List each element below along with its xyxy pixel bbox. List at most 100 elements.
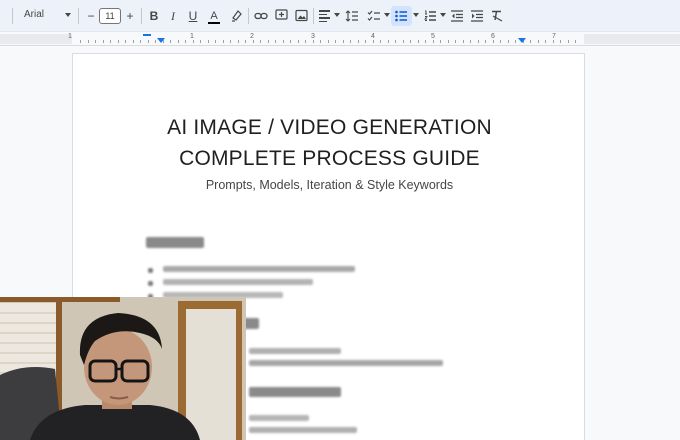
ruler-tick (102, 40, 104, 43)
ruler-tick (357, 40, 359, 43)
chevron-down-icon[interactable] (440, 13, 446, 17)
decrease-font-size-button[interactable]: − (85, 7, 97, 25)
ruler-number: 1 (190, 33, 194, 40)
ruler-tick (275, 40, 276, 43)
formatting-toolbar: Arial − 11 + B I U A (0, 0, 680, 32)
ruler-tick (432, 40, 434, 43)
redacted-text-line (249, 360, 443, 366)
ruler-tick (312, 40, 314, 43)
toolbar-divider (12, 8, 13, 24)
redacted-text-line (249, 427, 357, 433)
ruler-tick (222, 40, 224, 43)
ruler-tick (350, 40, 351, 43)
increase-font-size-button[interactable]: + (124, 7, 136, 25)
ruler-tick (117, 40, 119, 43)
ruler-tick (230, 40, 231, 43)
text-color-button[interactable]: A (206, 6, 222, 26)
italic-button[interactable]: I (166, 7, 180, 25)
decrease-indent-icon[interactable] (451, 10, 463, 22)
ruler-tick (500, 40, 501, 43)
toolbar-divider (78, 8, 79, 24)
chevron-down-icon[interactable] (384, 13, 390, 17)
ruler-tick (485, 40, 486, 43)
ruler-tick (140, 40, 141, 43)
ruler-tick (425, 40, 426, 43)
first-line-indent-marker[interactable] (143, 34, 151, 36)
ruler-tick (132, 40, 134, 43)
ruler-number: 4 (371, 33, 375, 40)
ruler-left-margin (0, 34, 72, 44)
ruler-tick (87, 40, 89, 43)
ruler-tick (470, 40, 471, 43)
document-subtitle: Prompts, Models, Iteration & Style Keywo… (205, 178, 454, 192)
ruler-tick (170, 40, 171, 43)
toolbar-divider (248, 8, 249, 24)
ruler-tick (342, 40, 344, 43)
horizontal-ruler[interactable]: 1 1 2 3 4 5 6 7 (0, 32, 680, 46)
insert-link-icon[interactable] (254, 10, 268, 22)
ruler-tick (237, 40, 239, 43)
highlight-color-icon[interactable] (230, 9, 243, 22)
ruler-tick (380, 40, 381, 43)
ruler-tick (260, 40, 261, 43)
right-indent-marker[interactable] (518, 38, 526, 43)
insert-image-icon[interactable] (295, 9, 308, 22)
ruler-tick (267, 40, 269, 43)
ruler-tick (80, 40, 81, 43)
ruler-tick (515, 40, 516, 43)
underline-button[interactable]: U (186, 7, 200, 25)
ruler-tick (282, 40, 284, 43)
ruler-tick (192, 40, 194, 43)
ruler-tick (147, 40, 149, 43)
toolbar-divider (313, 8, 314, 24)
ruler-tick (365, 40, 366, 43)
ruler-tick (185, 40, 186, 43)
chevron-down-icon[interactable] (65, 13, 71, 17)
ruler-tick (552, 40, 554, 43)
checklist-icon[interactable] (367, 9, 381, 23)
ruler-number: 1 (68, 33, 72, 40)
chevron-down-icon[interactable] (413, 13, 419, 17)
ruler-tick (395, 40, 396, 43)
ruler-tick (155, 40, 156, 43)
redacted-text-line (249, 415, 309, 421)
ruler-tick (215, 40, 216, 43)
ruler-tick (297, 40, 299, 43)
bold-button[interactable]: B (147, 7, 161, 25)
increase-indent-icon[interactable] (471, 10, 483, 22)
font-size-input[interactable]: 11 (99, 8, 121, 24)
ruler-number: 3 (311, 33, 315, 40)
clear-formatting-icon[interactable] (491, 10, 503, 22)
document-title-line-1: AI IMAGE / VIDEO GENERATION (167, 116, 492, 139)
ruler-tick (320, 40, 321, 43)
line-spacing-icon[interactable] (345, 9, 359, 23)
ruler-tick (447, 40, 449, 43)
ruler-tick (252, 40, 254, 43)
ruler-tick (305, 40, 306, 43)
ruler-number: 5 (431, 33, 435, 40)
ruler-number: 7 (552, 33, 556, 40)
ruler-tick (125, 40, 126, 43)
ruler-tick (290, 40, 291, 43)
ruler-tick (387, 40, 389, 43)
ruler-number: 2 (250, 33, 254, 40)
redacted-heading (249, 387, 341, 397)
ruler-tick (200, 40, 201, 43)
chevron-down-icon[interactable] (334, 13, 340, 17)
ruler-tick (245, 40, 246, 43)
font-family-select[interactable]: Arial (24, 9, 44, 20)
ruler-tick (410, 40, 411, 43)
ruler-tick (440, 40, 441, 43)
ruler-tick (372, 40, 374, 43)
ruler-number: 6 (491, 33, 495, 40)
toolbar-divider (141, 8, 142, 24)
numbered-list-icon[interactable] (424, 10, 437, 22)
left-indent-marker[interactable] (157, 38, 165, 43)
add-comment-icon[interactable] (275, 9, 288, 22)
ruler-tick (492, 40, 494, 43)
bulleted-list-icon (395, 10, 407, 22)
ruler-tick (417, 40, 419, 43)
ruler-right-margin (584, 34, 680, 44)
ruler-tick (455, 40, 456, 43)
webcam-overlay (0, 297, 246, 440)
